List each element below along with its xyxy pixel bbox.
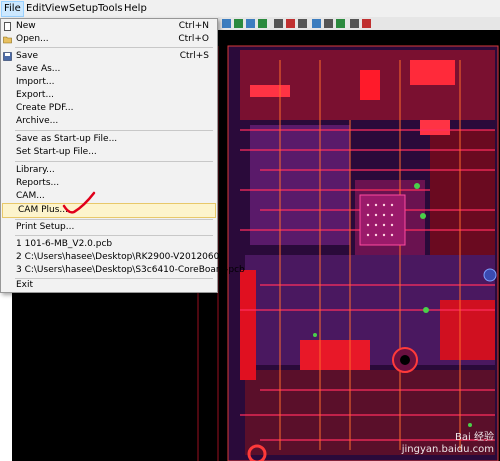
menu-item-export[interactable]: Export... bbox=[1, 89, 215, 102]
menu-item-label: Save as Start-up File... bbox=[16, 134, 118, 144]
menu-item-label: Export... bbox=[16, 90, 55, 100]
menu-item-new[interactable]: New Ctrl+N bbox=[1, 20, 215, 33]
menu-separator bbox=[15, 161, 213, 162]
menu-item-recent-2[interactable]: 2 C:\Users\hasee\Desktop\RK2900-V2012060… bbox=[1, 251, 225, 264]
menu-item-library[interactable]: Library... bbox=[1, 164, 215, 177]
file-menu-dropdown: New Ctrl+N Open... Ctrl+O Save Ctrl+S Sa… bbox=[0, 18, 245, 293]
menu-item-cam-plus[interactable]: CAM Plus... bbox=[2, 203, 216, 218]
menu-item-label: New bbox=[16, 21, 36, 31]
watermark: Bai 经验 jingyan.baidu.com bbox=[402, 432, 494, 456]
menu-item-recent-3[interactable]: 3 C:\Users\hasee\Desktop\S3c6410-CoreBoa… bbox=[1, 264, 245, 277]
menu-separator bbox=[15, 235, 213, 236]
menu-item-label: Save bbox=[16, 51, 39, 61]
menu-item-label: Save As... bbox=[16, 64, 61, 74]
toolbar bbox=[218, 17, 500, 31]
menu-separator bbox=[15, 219, 213, 220]
menu-item-exit[interactable]: Exit bbox=[1, 279, 215, 292]
left-gutter bbox=[0, 291, 12, 461]
menu-separator bbox=[15, 47, 213, 48]
menu-item-create-pdf[interactable]: Create PDF... bbox=[1, 102, 215, 115]
menu-item-reports[interactable]: Reports... bbox=[1, 177, 215, 190]
toolbar-pan-icon bbox=[298, 19, 307, 28]
open-folder-icon bbox=[3, 36, 12, 44]
watermark-logo-text: Bai 经验 bbox=[455, 432, 494, 443]
menu-item-save[interactable]: Save Ctrl+S bbox=[1, 50, 215, 63]
menu-item-label: Exit bbox=[16, 280, 34, 290]
menu-item-label: Import... bbox=[16, 77, 55, 87]
menu-item-label: CAM... bbox=[16, 191, 45, 201]
menu-item-label: Print Setup... bbox=[16, 222, 75, 232]
menu-tools[interactable]: Tools bbox=[96, 3, 125, 15]
save-disk-icon bbox=[3, 52, 12, 61]
menu-item-cam[interactable]: CAM... bbox=[1, 190, 215, 203]
toolbar-route-icon bbox=[222, 19, 231, 28]
menu-item-archive[interactable]: Archive... bbox=[1, 115, 215, 128]
toolbar-redraw-icon bbox=[286, 19, 295, 28]
toolbar-copy-icon bbox=[312, 19, 321, 28]
menu-item-recent-1[interactable]: 1 101-6-MB_V2.0.pcb bbox=[1, 238, 215, 251]
menu-item-save-startup[interactable]: Save as Start-up File... bbox=[1, 133, 215, 146]
menu-item-label: 2 C:\Users\hasee\Desktop\RK2900-V2012060… bbox=[16, 252, 226, 262]
new-file-icon bbox=[4, 22, 11, 31]
menu-item-label: 1 101-6-MB_V2.0.pcb bbox=[16, 239, 113, 249]
checkmark-annotation-icon bbox=[62, 191, 96, 214]
menu-item-save-as[interactable]: Save As... bbox=[1, 63, 215, 76]
toolbar-delete-icon bbox=[324, 19, 333, 28]
menu-file[interactable]: File bbox=[1, 1, 24, 17]
toolbar-layer-icon bbox=[258, 19, 267, 28]
menu-item-set-startup[interactable]: Set Start-up File... bbox=[1, 146, 215, 159]
toolbar-icons bbox=[222, 19, 371, 28]
toolbar-select-icon bbox=[234, 19, 243, 28]
menu-item-label: Library... bbox=[16, 165, 55, 175]
menu-item-import[interactable]: Import... bbox=[1, 76, 215, 89]
menu-separator bbox=[15, 130, 213, 131]
watermark-url: jingyan.baidu.com bbox=[401, 444, 494, 455]
menu-item-label: Open... bbox=[16, 34, 49, 44]
toolbar-drc-icon bbox=[362, 19, 371, 28]
menu-item-open[interactable]: Open... Ctrl+O bbox=[1, 33, 215, 46]
menu-item-label: 3 C:\Users\hasee\Desktop\S3c6410-CoreBoa… bbox=[16, 265, 245, 275]
toolbar-check-icon bbox=[336, 19, 345, 28]
toolbar-zoom-icon bbox=[274, 19, 283, 28]
menu-item-shortcut: Ctrl+N bbox=[178, 21, 209, 31]
menu-item-shortcut: Ctrl+S bbox=[179, 51, 209, 61]
toolbar-move-icon bbox=[246, 19, 255, 28]
menu-item-label: Create PDF... bbox=[16, 103, 74, 113]
menu-item-label: Archive... bbox=[16, 116, 59, 126]
menu-item-label: Reports... bbox=[16, 178, 60, 188]
menu-help[interactable]: Help bbox=[122, 3, 149, 15]
menu-item-label: Set Start-up File... bbox=[16, 147, 97, 157]
menu-item-shortcut: Ctrl+O bbox=[178, 34, 209, 44]
menu-item-print-setup[interactable]: Print Setup... bbox=[1, 221, 215, 234]
toolbar-measure-icon bbox=[350, 19, 359, 28]
